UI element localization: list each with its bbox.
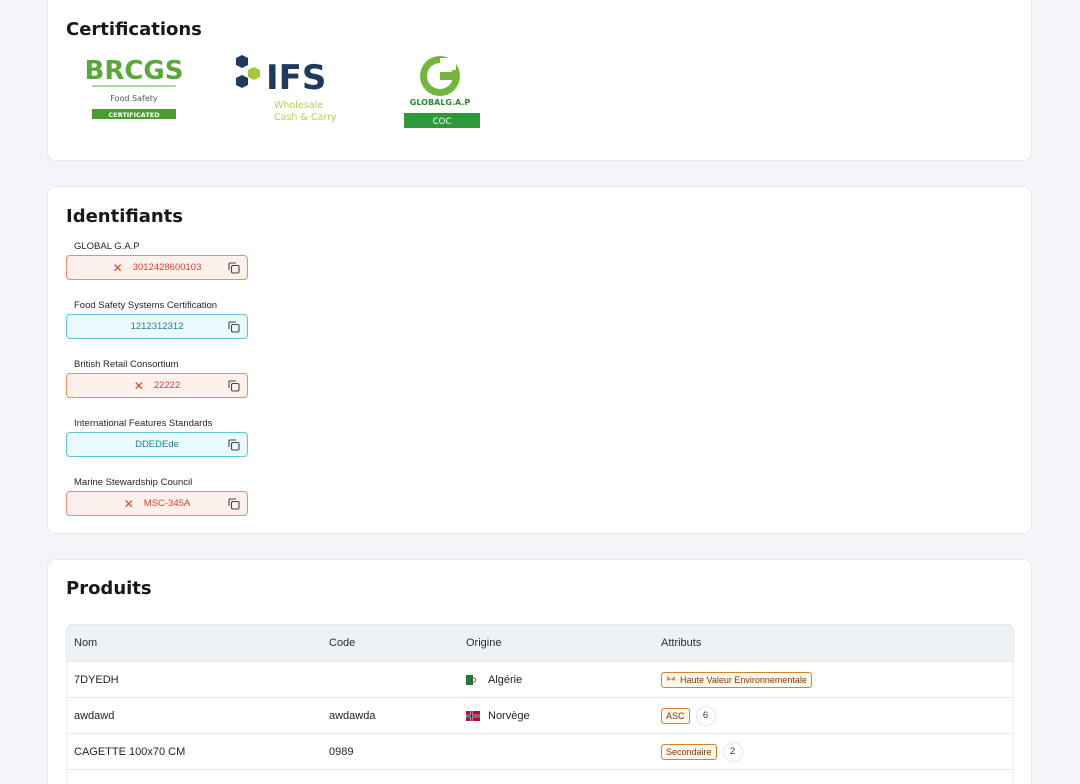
copy-icon[interactable] (228, 498, 240, 510)
certifications-title: Certifications (66, 19, 202, 40)
identifier-label: British Retail Consortium (74, 359, 179, 370)
column-header-code[interactable]: Code (329, 625, 355, 661)
copy-icon[interactable] (228, 321, 240, 333)
identifier-value: 22222 (153, 380, 181, 391)
identifier-value-box: DDEDEde (66, 432, 248, 457)
identifier-ifs: International Features Standards DDEDEde (66, 417, 248, 457)
cell-attributs: Haute Valeur Environnementale (661, 662, 812, 697)
error-icon: ✕ (123, 496, 134, 511)
identifier-global-gap: GLOBAL G.A.P ✕ 3012428600103 (66, 240, 248, 280)
table-row[interactable]: 7DYEDH Algérie Haute Valeur Environnemen… (66, 662, 1014, 698)
identifier-value-box: 1212312312 (66, 314, 248, 339)
copy-icon[interactable] (228, 262, 240, 274)
identifier-value: 3012428600103 (132, 262, 202, 273)
ifs-logo: IFS Wholesale Cash & Carry (236, 55, 337, 123)
column-header-attributs[interactable]: Attributs (661, 625, 701, 661)
copy-icon[interactable] (228, 439, 240, 451)
identifier-label: International Features Standards (74, 418, 213, 429)
table-row[interactable]: CAGETTE 100x70 CM 0989 Secondaire 2 (66, 734, 1014, 770)
cell-nom: awdawd (74, 709, 115, 722)
cell-origine: Norvège (466, 698, 530, 733)
identifier-brc: British Retail Consortium ✕ 22222 (66, 358, 248, 398)
cell-attributs: Secondaire 2 (661, 734, 743, 769)
attribute-count-badge[interactable]: 6 (695, 705, 716, 726)
svg-text:Cash & Carry: Cash & Carry (274, 112, 337, 123)
produits-title: Produits (66, 578, 152, 599)
identifier-label: Marine Stewardship Council (74, 477, 193, 488)
copy-icon[interactable] (228, 380, 240, 392)
identifier-msc: Marine Stewardship Council ✕ MSC-345A (66, 476, 248, 516)
attribute-badge: Haute Valeur Environnementale (661, 671, 812, 688)
identifiants-card: Identifiants GLOBAL G.A.P ✕ 301242860010… (47, 186, 1032, 534)
svg-text:CERTIFICATED: CERTIFICATED (108, 111, 160, 119)
algeria-flag-icon (466, 674, 480, 685)
svg-text:GLOBALG.A.P: GLOBALG.A.P (410, 98, 471, 107)
cell-nom: CAGETTE 100x70 CM (74, 745, 186, 758)
attribute-badge: Secondaire (661, 743, 717, 760)
brcgs-logo: BRCGS Food Safety CERTIFICATED (85, 56, 184, 119)
error-icon: ✕ (133, 378, 144, 393)
identifier-value: 1212312312 (130, 321, 184, 332)
cell-code: 0989 (329, 745, 354, 758)
error-icon: ✕ (112, 260, 123, 275)
norway-flag-icon (466, 710, 480, 721)
attribute-count-badge[interactable]: 2 (722, 741, 743, 762)
identifier-label: Food Safety Systems Certification (74, 300, 218, 311)
identifier-value-box: ✕ 3012428600103 (66, 255, 248, 280)
origin-name: Norvège (488, 709, 530, 722)
identifier-value-box: ✕ 22222 (66, 373, 248, 398)
cell-code: awdawda (329, 709, 376, 722)
butterfly-icon (667, 676, 675, 681)
produits-card: Produits Nom Code Origine Attributs 7DYE… (47, 559, 1032, 784)
table-row[interactable]: awdawd awdawda Norvège ASC 6 (66, 698, 1014, 734)
cell-attributs: ASC 6 (661, 698, 716, 733)
svg-text:Wholesale: Wholesale (274, 100, 323, 111)
svg-text:IFS: IFS (266, 58, 326, 98)
identifier-fssc: Food Safety Systems Certification 121231… (66, 299, 248, 339)
svg-text:BRCGS: BRCGS (85, 56, 184, 86)
column-header-origine[interactable]: Origine (466, 625, 501, 661)
identifier-value-box: ✕ MSC-345A (66, 491, 248, 516)
svg-text:COC: COC (433, 117, 452, 127)
cell-nom: 7DYEDH (74, 673, 119, 686)
column-header-nom[interactable]: Nom (74, 625, 97, 661)
identifiants-title: Identifiants (66, 206, 183, 227)
origin-name: Algérie (488, 673, 523, 686)
products-table: Nom Code Origine Attributs 7DYEDH Algéri… (66, 624, 1014, 784)
attribute-badge: ASC (661, 707, 690, 724)
globalgap-logo: GLOBALG.A.P COC (404, 56, 480, 128)
table-row-partial[interactable] (66, 770, 1014, 784)
identifier-value: DDEDEde (135, 439, 179, 450)
identifier-label: GLOBAL G.A.P (74, 241, 140, 252)
svg-text:Food Safety: Food Safety (110, 94, 158, 103)
cell-origine: Algérie (466, 662, 522, 697)
certifications-card: Certifications BRCGS Food Safety CERTIFI… (47, 0, 1032, 161)
table-header: Nom Code Origine Attributs (66, 624, 1014, 662)
identifier-value: MSC-345A (143, 498, 191, 509)
